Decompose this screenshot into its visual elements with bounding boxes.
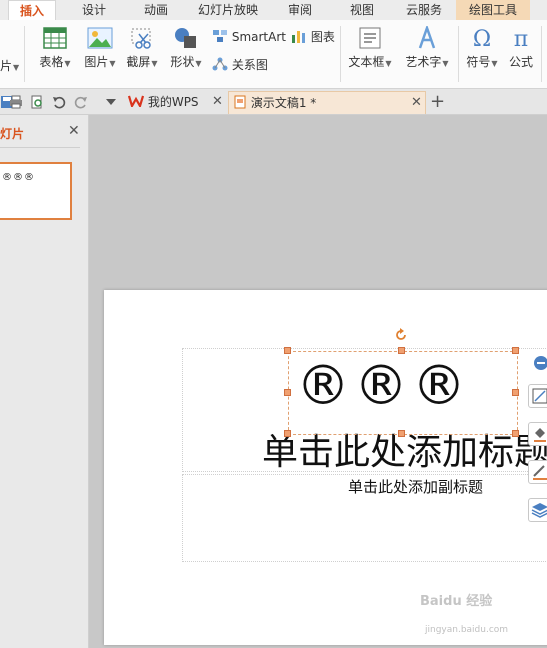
resize-handle[interactable] bbox=[284, 347, 291, 354]
relation-icon bbox=[212, 57, 228, 71]
tab-insert[interactable]: 插入 bbox=[8, 0, 56, 22]
symbol-button[interactable]: Ω 符号▼ bbox=[462, 26, 502, 70]
scissors-icon bbox=[131, 28, 151, 49]
tab-document[interactable]: 演示文稿1 * ✕ bbox=[228, 91, 426, 114]
pi-icon: π bbox=[514, 27, 528, 50]
omega-icon: Ω bbox=[473, 27, 491, 50]
shapes-button[interactable]: 形状▼ bbox=[166, 26, 206, 70]
layers-icon bbox=[531, 503, 547, 518]
close-icon[interactable]: ✕ bbox=[68, 123, 80, 139]
new-tab-icon[interactable]: + bbox=[430, 91, 445, 113]
shapes-icon bbox=[175, 28, 196, 48]
resize-handle[interactable] bbox=[512, 347, 519, 354]
resize-handle[interactable] bbox=[512, 430, 519, 437]
redo-icon[interactable] bbox=[74, 95, 88, 109]
outline-button[interactable] bbox=[528, 460, 547, 484]
chevron-down-icon[interactable] bbox=[104, 95, 118, 109]
relation-button[interactable]: 关系图 bbox=[212, 56, 268, 74]
thumbnail-text: ®®® bbox=[2, 172, 35, 183]
fill-button[interactable] bbox=[528, 422, 547, 446]
layers-button[interactable] bbox=[528, 498, 547, 522]
screenshot-button[interactable]: 截屏▼ bbox=[122, 26, 162, 70]
registered-symbols-text[interactable]: ®®® bbox=[296, 354, 470, 417]
wordart-button[interactable]: 艺术字▼ bbox=[402, 26, 452, 70]
quick-access-bar: 我的WPS ✕ 演示文稿1 * ✕ + bbox=[0, 89, 547, 115]
watermark-url: jingyan.baidu.com bbox=[425, 625, 509, 635]
svg-text:π: π bbox=[514, 27, 528, 50]
formula-button[interactable]: π 公式 bbox=[504, 26, 538, 70]
tab-slideshow[interactable]: 幻灯片放映 bbox=[192, 0, 264, 20]
paint-bucket-icon bbox=[534, 428, 546, 442]
print-icon[interactable] bbox=[9, 95, 23, 109]
table-icon bbox=[43, 27, 67, 49]
textbox-icon bbox=[359, 27, 381, 49]
watermark: Baidu 经验 bbox=[420, 594, 493, 609]
subtitle-placeholder-text: 单击此处添加副标题 bbox=[348, 478, 484, 496]
presentation-doc-icon bbox=[234, 95, 246, 109]
smartart-icon bbox=[213, 30, 227, 42]
picture-icon bbox=[87, 27, 113, 49]
smartart-button[interactable]: SmartArt bbox=[212, 28, 286, 46]
shape-style-icon bbox=[532, 388, 547, 404]
ribbon-separator bbox=[340, 26, 341, 82]
tab-design[interactable]: 设计 bbox=[70, 0, 118, 20]
resize-handle[interactable] bbox=[284, 389, 291, 396]
tab-cloud[interactable]: 云服务 bbox=[398, 0, 450, 20]
wordart-icon bbox=[418, 26, 436, 49]
resize-handle[interactable] bbox=[398, 430, 405, 437]
close-icon[interactable]: ✕ bbox=[411, 92, 422, 114]
tab-review[interactable]: 审阅 bbox=[276, 0, 324, 20]
ribbon-separator bbox=[458, 26, 459, 82]
shape-style-button[interactable] bbox=[528, 384, 547, 408]
ribbon: 片▼ 表格▼ 图片▼ 截屏▼ 形状▼ SmartArt 图表 关系图 文本框▼ … bbox=[0, 20, 547, 89]
pen-icon bbox=[533, 465, 547, 480]
tab-view[interactable]: 视图 bbox=[338, 0, 386, 20]
print-preview-icon[interactable] bbox=[30, 95, 44, 109]
wps-logo-icon bbox=[127, 95, 145, 109]
close-icon[interactable]: ✕ bbox=[212, 91, 223, 113]
svg-text:Ω: Ω bbox=[473, 27, 491, 50]
slide-panel-title: 灯片 bbox=[0, 127, 25, 141]
ribbon-tab-strip: 插入 设计 动画 幻灯片放映 审阅 视图 云服务 绘图工具 bbox=[0, 0, 547, 22]
resize-handle[interactable] bbox=[398, 347, 405, 354]
table-button[interactable]: 表格▼ bbox=[34, 26, 76, 70]
rotate-handle-icon[interactable] bbox=[394, 328, 408, 342]
undo-icon[interactable] bbox=[52, 95, 66, 109]
slide-panel: 灯片 ✕ ®®® bbox=[0, 115, 89, 648]
ribbon-separator bbox=[24, 26, 25, 82]
ribbon-separator bbox=[541, 26, 542, 82]
resize-handle[interactable] bbox=[284, 430, 291, 437]
resize-handle[interactable] bbox=[512, 389, 519, 396]
picture-button[interactable]: 图片▼ bbox=[80, 26, 120, 70]
tab-my-wps[interactable]: 我的WPS ✕ bbox=[126, 91, 226, 113]
partial-button[interactable]: 片▼ bbox=[0, 57, 19, 75]
slide-thumbnail[interactable]: ®®® bbox=[0, 162, 72, 220]
bar-chart-icon bbox=[292, 31, 305, 43]
collapse-icon[interactable] bbox=[534, 356, 547, 370]
textbox-button[interactable]: 文本框▼ bbox=[346, 26, 394, 70]
tab-drawing-tools[interactable]: 绘图工具 bbox=[456, 0, 530, 20]
chart-button[interactable]: 图表 bbox=[291, 28, 335, 46]
divider bbox=[0, 147, 80, 148]
tab-animation[interactable]: 动画 bbox=[132, 0, 180, 20]
